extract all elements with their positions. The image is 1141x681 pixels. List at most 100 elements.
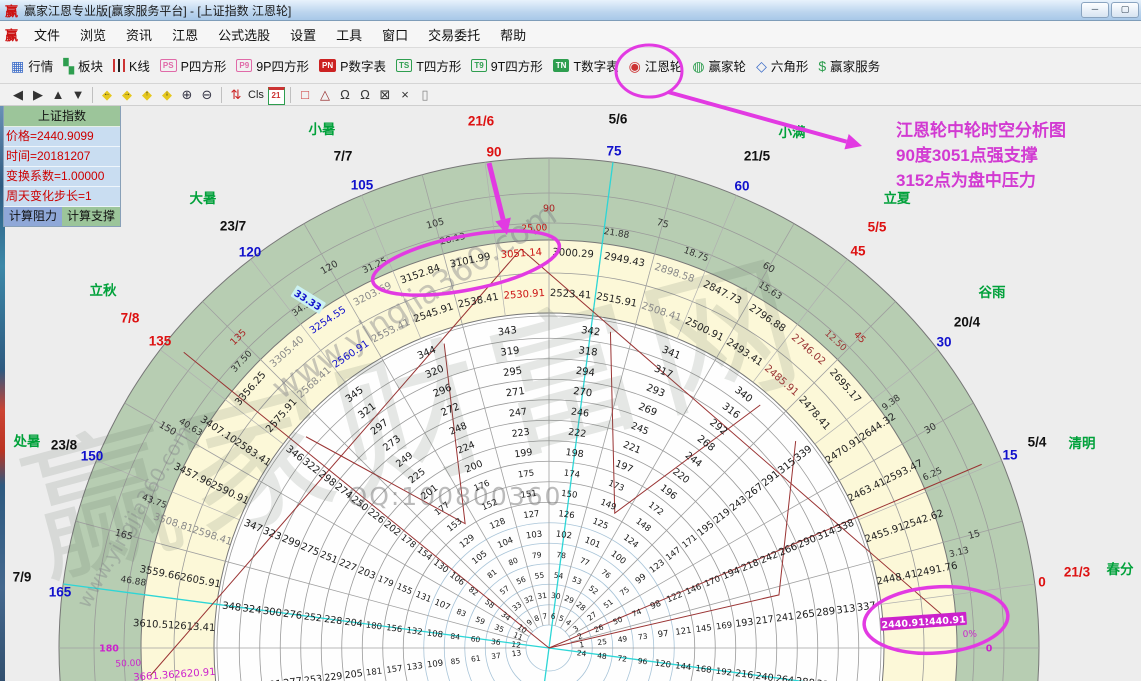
quotes-grid-icon: ▦ [11, 59, 24, 73]
minimize-button[interactable]: ─ [1081, 2, 1109, 18]
menu-item-交易委托[interactable]: 交易委托 [418, 22, 490, 47]
menu-item-江恩[interactable]: 江恩 [162, 22, 208, 47]
svg-text:127: 127 [523, 509, 540, 521]
wheel-ext-label: 105 [351, 178, 374, 193]
toolbar-label: P四方形 [181, 56, 227, 75]
toolbar-label: 9P四方形 [256, 56, 309, 75]
converge-tool-icon[interactable]: × [395, 86, 415, 104]
menu-item-帮助[interactable]: 帮助 [490, 22, 536, 47]
wheel-ext-label: 45 [850, 244, 865, 259]
p-table-icon: PN [319, 59, 336, 72]
panel-field: 变换系数=1.00000 [4, 167, 120, 187]
wheel-ext-label: 处暑 [14, 430, 41, 450]
calendar-tool-icon[interactable]: 21 [266, 85, 286, 105]
toolbar-button-行情[interactable]: ▦ 行情 [6, 56, 58, 75]
down-tool-icon[interactable]: ▼ [68, 86, 88, 104]
analysis-annotation: 江恩轮中轮时空分析图 90度3051点强支撑 3152点为盘中压力 [896, 118, 1066, 193]
calc-resistance-button[interactable]: 计算阻力 [4, 207, 62, 226]
board-tool-icon[interactable]: ▯ [415, 86, 435, 104]
wheel-ext-label: 75 [606, 144, 621, 159]
svg-text:103: 103 [525, 529, 542, 541]
svg-text:0%: 0% [962, 630, 977, 641]
toolbar-button-9P四方形[interactable]: P99P四方形 [231, 56, 314, 75]
drawing-toolbar: ◀▶▲▼◆←◆→◆↑◆↓⊕⊖⇅Cls21□△ΩΩ⊠×▯ [0, 84, 1141, 106]
svg-text:264: 264 [775, 673, 794, 681]
svg-text:193: 193 [735, 617, 754, 630]
toolbar-button-9T四方形[interactable]: T99T四方形 [466, 56, 547, 75]
wheel-ext-label: 90 [486, 145, 501, 160]
toolbar-button-K线[interactable]: K线 [108, 56, 155, 75]
wheel-ext-label: 春分 [1107, 558, 1134, 578]
svg-text:222: 222 [568, 427, 587, 440]
toolbar-label: 江恩轮 [645, 56, 683, 75]
toolbar-button-P四方形[interactable]: PS P四方形 [155, 56, 232, 75]
svg-text:240: 240 [755, 671, 774, 681]
menu-item-工具[interactable]: 工具 [326, 22, 372, 47]
menu-item-文件[interactable]: 文件 [24, 22, 70, 47]
toolbar-button-板块[interactable]: ▚板块 [58, 56, 108, 75]
cls-tool-icon[interactable]: Cls [246, 86, 266, 104]
toolbar-button-T数字表[interactable]: TNT数字表 [548, 56, 624, 75]
blocks-icon: ▚ [63, 59, 74, 73]
svg-text:90: 90 [543, 204, 555, 215]
toolbar-label: 行情 [28, 56, 53, 75]
pan-up-tool-icon[interactable]: ◆↑ [137, 86, 157, 104]
toolbar-button-P数字表[interactable]: PNP数字表 [314, 56, 391, 75]
svg-text:229: 229 [324, 671, 343, 681]
svg-text:79: 79 [531, 550, 542, 560]
menu-item-公式选股[interactable]: 公式选股 [208, 22, 280, 47]
pan-down-tool-icon[interactable]: ◆↓ [157, 86, 177, 104]
wheel-ext-label: 20/4 [954, 315, 980, 330]
sort-tool-icon[interactable]: ⇅ [226, 86, 246, 104]
svg-text:50.00: 50.00 [115, 659, 141, 670]
maximize-button[interactable]: ▢ [1111, 2, 1139, 18]
svg-text:156: 156 [385, 623, 402, 635]
zoom-in-tool-icon[interactable]: ⊕ [177, 86, 197, 104]
up-tool-icon[interactable]: ▲ [48, 86, 68, 104]
svg-text:157: 157 [386, 664, 403, 676]
arc-ccw-tool-icon[interactable]: Ω [355, 86, 375, 104]
svg-text:217: 217 [755, 614, 774, 627]
menu-item-浏览[interactable]: 浏览 [70, 22, 116, 47]
wheel-ext-label: 21/6 [468, 114, 494, 129]
triangle-tool-tool-icon[interactable]: △ [315, 86, 335, 104]
panel-buttons: 计算阻力 计算支撑 [4, 207, 120, 226]
toolbar-button-六角形[interactable]: ◇六角形 [751, 56, 813, 75]
grid-box-tool-icon[interactable]: ⊠ [375, 86, 395, 104]
svg-text:96: 96 [637, 656, 648, 666]
panel-field: 时间=20181207 [4, 147, 120, 167]
rect-tool-tool-icon[interactable]: □ [295, 86, 315, 104]
toolbar-label: T四方形 [416, 56, 461, 75]
annotation-line: 3152点为盘中压力 [896, 168, 1066, 193]
calc-support-button[interactable]: 计算支撑 [62, 207, 120, 226]
svg-text:181: 181 [366, 667, 383, 679]
toolbar-button-T四方形[interactable]: TST四方形 [391, 56, 466, 75]
hexagon-icon: ◇ [756, 59, 767, 73]
menu-item-窗口[interactable]: 窗口 [372, 22, 418, 47]
toolbar-separator [92, 87, 93, 103]
wheel-ext-label: 小满 [779, 121, 806, 141]
svg-text:13: 13 [511, 648, 522, 658]
pan-right-tool-icon[interactable]: ◆→ [117, 86, 137, 104]
svg-text:61: 61 [470, 654, 481, 664]
wheel-ext-label: 21/5 [744, 149, 770, 164]
pan-left-tool-icon[interactable]: ◆← [97, 86, 117, 104]
menu-item-资讯[interactable]: 资讯 [116, 22, 162, 47]
zoom-out-tool-icon[interactable]: ⊖ [197, 86, 217, 104]
next-tool-icon[interactable]: ▶ [28, 86, 48, 104]
svg-text:144: 144 [674, 661, 691, 673]
toolbar-button-赢家轮[interactable]: ◍赢家轮 [687, 56, 751, 75]
svg-text:49: 49 [617, 634, 628, 644]
toolbar-button-江恩轮[interactable]: ◉江恩轮 [624, 56, 688, 75]
arc-cw-tool-icon[interactable]: Ω [335, 86, 355, 104]
p-square-icon: PS [160, 59, 177, 72]
wheel-ext-label: 120 [239, 245, 262, 260]
menu-item-设置[interactable]: 设置 [280, 22, 326, 47]
window-title: 赢家江恩专业版[赢家服务平台] - [上证指数 江恩轮] [24, 2, 291, 19]
svg-text:0: 0 [986, 644, 993, 655]
prev-tool-icon[interactable]: ◀ [8, 86, 28, 104]
app-logo-icon: 赢 [5, 1, 18, 20]
svg-text:121: 121 [675, 626, 692, 638]
toolbar-button-赢家服务[interactable]: $赢家服务 [813, 56, 885, 75]
svg-text:24: 24 [576, 648, 587, 658]
